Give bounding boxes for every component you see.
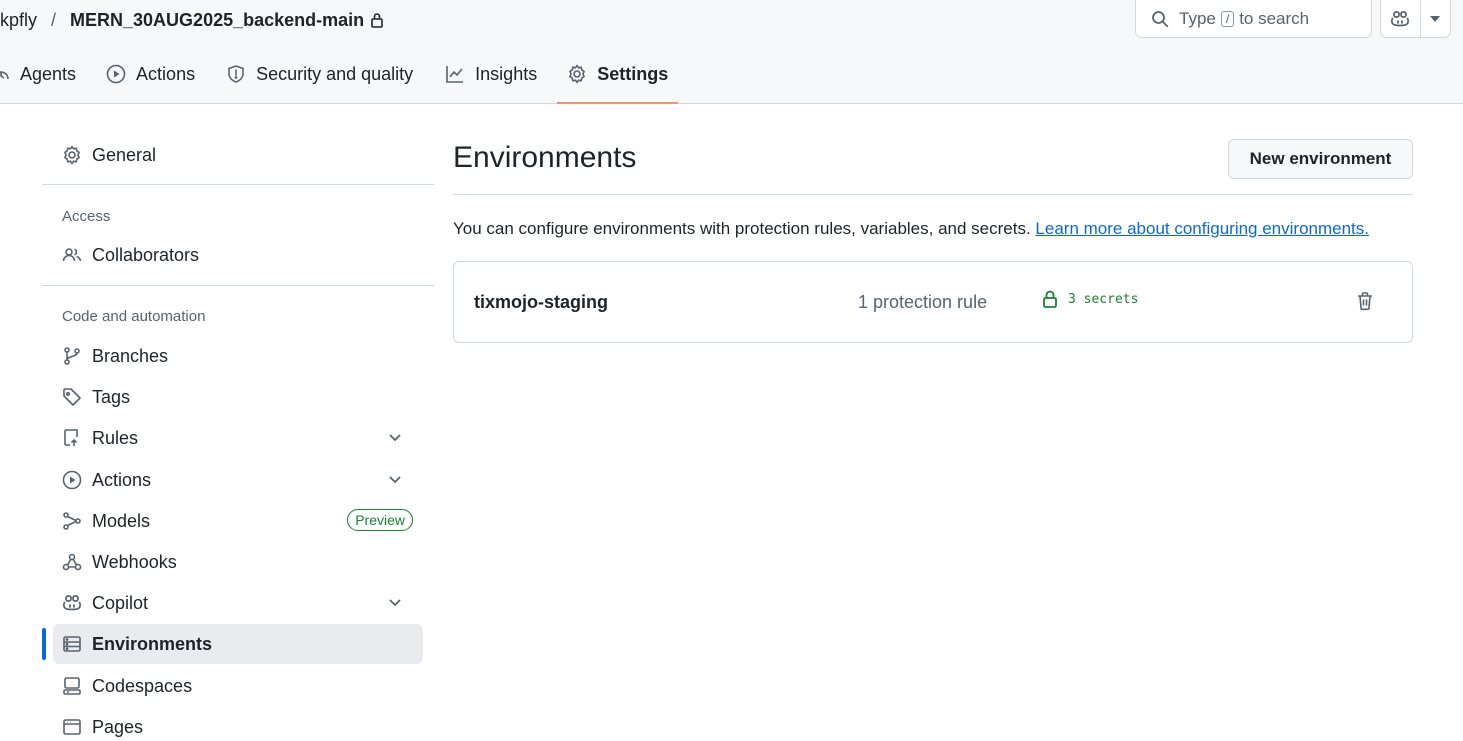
sidebar-item-label: Environments — [92, 633, 213, 654]
sidebar-item-webhooks[interactable]: Webhooks — [53, 542, 423, 582]
browser-icon — [62, 717, 92, 737]
environment-name-link[interactable]: tixmojo-staging — [474, 292, 608, 313]
copilot-menu — [1380, 0, 1451, 38]
repo-owner-link[interactable]: kpfly — [0, 10, 37, 31]
sidebar-item-copilot[interactable]: Copilot — [53, 583, 423, 623]
sidebar-item-label: Branches — [92, 345, 169, 366]
tab-agents[interactable]: Agents — [0, 52, 76, 98]
chevron-down-icon[interactable] — [387, 429, 413, 450]
repo-nav-tabs: Agents Actions Security and quality Insi… — [0, 52, 679, 104]
search-placeholder-prefix: Type — [1179, 8, 1216, 28]
copilot-icon — [1390, 10, 1410, 28]
tab-label: Settings — [597, 63, 669, 84]
graph-icon — [445, 64, 475, 84]
active-indicator — [42, 628, 46, 660]
play-icon — [62, 470, 92, 490]
tab-label: Insights — [475, 63, 538, 84]
sidebar-item-label: Codespaces — [92, 675, 193, 696]
lock-icon — [1042, 290, 1068, 308]
gear-icon — [567, 64, 597, 84]
sidebar-item-label: Actions — [92, 469, 152, 490]
gear-icon — [62, 145, 92, 165]
chevron-down-icon[interactable] — [387, 594, 413, 615]
sidebar-item-label: Copilot — [92, 592, 149, 613]
repo-push-icon — [62, 428, 92, 448]
tab-insights[interactable]: Insights — [445, 52, 537, 98]
protection-rule-count: 1 protection rule — [858, 292, 988, 312]
sidebar-item-general[interactable]: General — [53, 135, 423, 175]
environments-description: You can configure environments with prot… — [453, 219, 1369, 239]
sidebar-heading-access: Access — [62, 208, 111, 225]
secrets-label: 3 secrets — [1068, 291, 1139, 307]
new-environment-button[interactable]: New environment — [1228, 139, 1413, 179]
repo-header: kpfly / MERN_30AUG2025_backend-main Type… — [0, 0, 1463, 104]
tab-settings[interactable]: Settings — [557, 52, 679, 104]
learn-more-link[interactable]: Learn more about configuring environment… — [1035, 219, 1369, 238]
server-icon — [62, 634, 92, 654]
sidebar-item-label: Pages — [92, 716, 144, 737]
sidebar-item-label: Webhooks — [92, 551, 177, 572]
tab-actions[interactable]: Actions — [106, 52, 195, 98]
shield-icon — [226, 64, 256, 84]
tab-label: Agents — [20, 63, 77, 84]
agent-icon — [0, 65, 20, 83]
sidebar-divider — [42, 184, 434, 185]
chevron-down-icon[interactable] — [387, 471, 413, 492]
secrets-count: 3 secrets — [1042, 290, 1138, 308]
sidebar-item-label: Collaborators — [92, 244, 200, 265]
tag-icon — [62, 387, 92, 407]
copilot-icon — [62, 594, 92, 612]
repo-name-link[interactable]: MERN_30AUG2025_backend-main — [70, 10, 364, 31]
sidebar-item-label: Models — [92, 510, 151, 531]
sidebar-item-models[interactable]: Models Preview — [53, 501, 423, 541]
sidebar-item-collaborators[interactable]: Collaborators — [53, 235, 423, 275]
sidebar-item-environments[interactable]: Environments — [53, 624, 423, 664]
search-input[interactable]: Type / to search — [1135, 0, 1372, 38]
environment-row[interactable]: tixmojo-staging 1 protection rule 3 secr… — [453, 261, 1413, 343]
webhook-icon — [62, 552, 92, 572]
tab-label: Actions — [136, 63, 196, 84]
sidebar-item-branches[interactable]: Branches — [53, 336, 423, 376]
codespaces-icon — [62, 676, 92, 696]
play-icon — [106, 64, 136, 84]
sidebar-item-codespaces[interactable]: Codespaces — [53, 666, 423, 706]
page-title: Environments — [453, 141, 637, 174]
title-divider — [453, 194, 1413, 195]
search-icon — [1151, 10, 1169, 28]
sidebar-item-rules[interactable]: Rules — [53, 418, 423, 458]
triangle-down-icon — [1430, 15, 1441, 22]
breadcrumb-separator: / — [51, 9, 57, 30]
sidebar-item-pages[interactable]: Pages — [53, 707, 423, 741]
sidebar-item-label: Rules — [92, 427, 139, 448]
sidebar-item-actions[interactable]: Actions — [53, 460, 423, 500]
search-placeholder-suffix: to search — [1239, 8, 1310, 28]
description-text: You can configure environments with prot… — [453, 219, 1031, 238]
people-icon — [62, 245, 92, 265]
lock-icon — [370, 12, 384, 28]
sidebar-heading-code-automation: Code and automation — [62, 308, 206, 325]
sidebar-item-label: Tags — [92, 386, 131, 407]
search-shortcut-key: / — [1220, 10, 1235, 27]
tab-security[interactable]: Security and quality — [226, 52, 413, 98]
model-icon — [62, 511, 92, 531]
sidebar-divider — [42, 285, 434, 286]
sidebar-item-tags[interactable]: Tags — [53, 377, 423, 417]
copilot-dropdown-button[interactable] — [1419, 0, 1450, 37]
trash-icon[interactable] — [1356, 291, 1374, 314]
branch-icon — [62, 346, 92, 366]
breadcrumb: kpfly / MERN_30AUG2025_backend-main — [0, 8, 384, 32]
copilot-button[interactable] — [1381, 0, 1420, 37]
preview-badge: Preview — [347, 509, 413, 531]
sidebar-item-label: General — [92, 144, 157, 165]
tab-label: Security and quality — [256, 63, 414, 84]
